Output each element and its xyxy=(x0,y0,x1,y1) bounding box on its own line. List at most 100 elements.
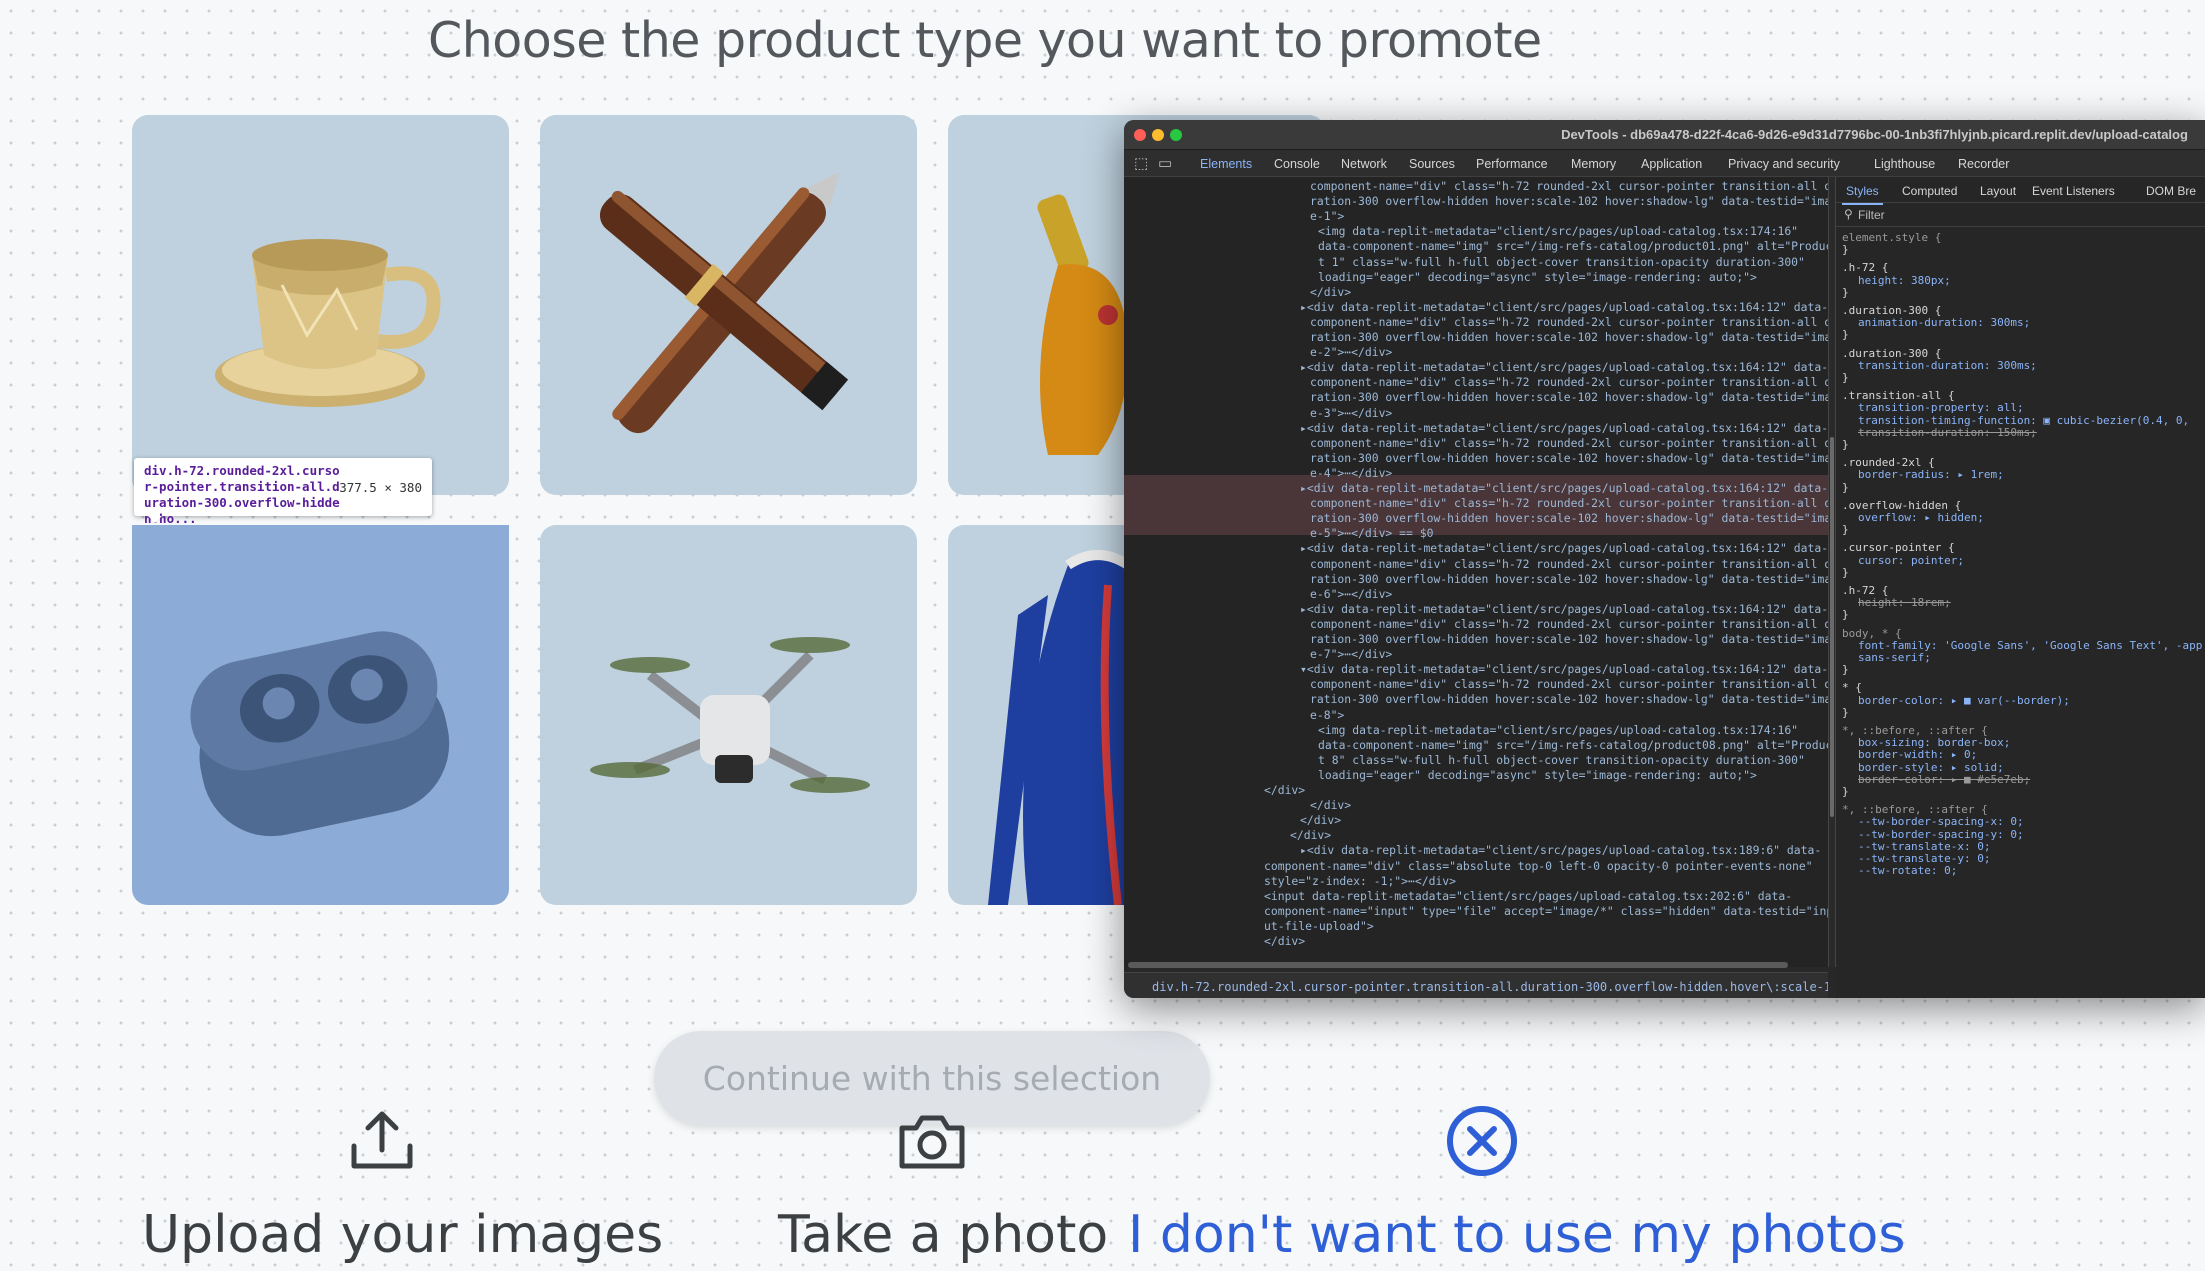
style-rule-line[interactable]: } xyxy=(1842,566,1849,579)
code-line[interactable]: t 8" class="w-full h-full object-cover t… xyxy=(1318,753,1805,768)
code-line[interactable]: data-component-name="img" src="/img-refs… xyxy=(1318,239,1828,254)
code-line[interactable]: </div> xyxy=(1310,285,1351,300)
tab-sources[interactable]: Sources xyxy=(1409,157,1455,171)
upload-icon[interactable] xyxy=(348,1108,416,1172)
code-line[interactable]: ▾<div data-replit-metadata="client/src/p… xyxy=(1300,662,1828,677)
style-rule-line[interactable]: cursor: pointer; xyxy=(1858,554,1964,567)
code-line[interactable]: </div> xyxy=(1264,783,1305,798)
code-line[interactable]: e-2">⋯</div> xyxy=(1310,345,1392,360)
style-rule-line[interactable]: .rounded-2xl { xyxy=(1842,456,1935,469)
code-line[interactable]: </div> xyxy=(1264,934,1305,949)
style-rule-line[interactable]: } xyxy=(1842,481,1849,494)
code-line[interactable]: component-name="div" class="h-72 rounded… xyxy=(1310,179,1828,194)
code-line[interactable]: ut-file-upload"> xyxy=(1264,919,1374,934)
style-rule-line[interactable]: *, ::before, ::after { xyxy=(1842,803,1988,816)
product-card-fountain-pens[interactable] xyxy=(540,115,917,495)
style-rule-line[interactable]: overflow: ▸ hidden; xyxy=(1858,511,1984,524)
upload-option-label[interactable]: Upload your images xyxy=(142,1205,663,1265)
style-rule-line[interactable]: --tw-translate-y: 0; xyxy=(1858,852,1990,865)
style-rule-line[interactable]: } xyxy=(1842,523,1849,536)
style-rule-line[interactable]: transition-timing-function: ▣ cubic-bezi… xyxy=(1858,414,2189,427)
style-rule-line[interactable]: border-color: ▸ ■ var(--border); xyxy=(1858,694,2070,707)
continue-button[interactable]: Continue with this selection xyxy=(654,1031,1210,1125)
code-line[interactable]: e-5">⋯</div> == $0 xyxy=(1310,526,1433,541)
style-rule-line[interactable]: *, ::before, ::after { xyxy=(1842,724,1988,737)
style-rule-line[interactable]: transition-duration: 300ms; xyxy=(1858,359,2037,372)
inspect-element-icon[interactable]: ⬚ xyxy=(1134,154,1148,172)
style-rule-line[interactable]: animation-duration: 300ms; xyxy=(1858,316,2030,329)
style-rule-line[interactable]: --tw-rotate: 0; xyxy=(1858,864,1957,877)
code-line[interactable]: loading="eager" decoding="async" style="… xyxy=(1318,270,1757,285)
style-rule-line[interactable]: } xyxy=(1842,438,1849,451)
code-line[interactable]: ration-300 overflow-hidden hover:scale-1… xyxy=(1310,692,1828,707)
device-toolbar-icon[interactable]: ▭ xyxy=(1158,154,1172,172)
code-line[interactable]: component-name="div" class="h-72 rounded… xyxy=(1310,617,1828,632)
tab-recorder[interactable]: Recorder xyxy=(1958,157,2009,171)
camera-icon[interactable] xyxy=(896,1112,968,1172)
style-rule-line[interactable]: height: 380px; xyxy=(1858,274,1951,287)
style-rule-line[interactable]: .h-72 { xyxy=(1842,261,1888,274)
style-rule-line[interactable]: * { xyxy=(1842,681,1862,694)
style-rule-line[interactable]: .h-72 { xyxy=(1842,584,1888,597)
code-line[interactable]: <img data-replit-metadata="client/src/pa… xyxy=(1318,723,1798,738)
style-rule-line[interactable]: border-width: ▸ 0; xyxy=(1858,748,1977,761)
style-rule-line[interactable]: } xyxy=(1842,608,1849,621)
product-card-drone[interactable] xyxy=(540,525,917,905)
code-line[interactable]: e-4">⋯</div> xyxy=(1310,466,1392,481)
elements-tree[interactable]: component-name="div" class="h-72 rounded… xyxy=(1124,177,1828,967)
style-rule-line[interactable]: } xyxy=(1842,243,1849,256)
code-line[interactable]: ▸<div data-replit-metadata="client/src/p… xyxy=(1300,300,1828,315)
skip-photos-option-label[interactable]: I don't want to use my photos xyxy=(1128,1205,1905,1265)
style-rule-line[interactable]: font-family: 'Google Sans', 'Google Sans… xyxy=(1858,639,2202,652)
code-line[interactable]: component-name="input" type="file" accep… xyxy=(1264,904,1828,919)
style-rule-line[interactable]: --tw-border-spacing-x: 0; xyxy=(1858,815,2024,828)
code-line[interactable]: component-name="div" class="h-72 rounded… xyxy=(1310,436,1828,451)
horizontal-scrollbar[interactable] xyxy=(1128,962,1788,968)
tab-network[interactable]: Network xyxy=(1341,157,1387,171)
styles-pane[interactable]: Styles Computed Layout Event Listeners D… xyxy=(1836,177,2205,998)
code-line[interactable]: e-1"> xyxy=(1310,209,1344,224)
style-rule-line[interactable]: } xyxy=(1842,328,1849,341)
code-line[interactable]: </div> xyxy=(1300,813,1341,828)
code-line[interactable]: ration-300 overflow-hidden hover:scale-1… xyxy=(1310,632,1828,647)
code-line[interactable]: e-6">⋯</div> xyxy=(1310,587,1392,602)
tab-privacy-security[interactable]: Privacy and security xyxy=(1728,157,1840,171)
tab-dom-breakpoints[interactable]: DOM Bre xyxy=(2146,184,2196,198)
style-rule-line[interactable]: } xyxy=(1842,371,1849,384)
tab-styles[interactable]: Styles xyxy=(1842,184,1883,205)
style-rule-line[interactable]: .duration-300 { xyxy=(1842,304,1941,317)
tab-layout[interactable]: Layout xyxy=(1980,184,2016,198)
code-line[interactable]: ▸<div data-replit-metadata="client/src/p… xyxy=(1300,481,1828,496)
code-line[interactable]: component-name="div" class="h-72 rounded… xyxy=(1310,557,1828,572)
code-line[interactable]: ration-300 overflow-hidden hover:scale-1… xyxy=(1310,194,1828,209)
code-line[interactable]: ration-300 overflow-hidden hover:scale-1… xyxy=(1310,390,1828,405)
tab-console[interactable]: Console xyxy=(1274,157,1320,171)
code-line[interactable]: loading="eager" decoding="async" style="… xyxy=(1318,768,1757,783)
style-rule-line[interactable]: border-color: ▸ ■ #e5e7eb; xyxy=(1858,773,2030,786)
code-line[interactable]: </div> xyxy=(1290,828,1331,843)
style-rule-line[interactable]: transition-duration: 150ms; xyxy=(1858,426,2037,439)
code-line[interactable]: ration-300 overflow-hidden hover:scale-1… xyxy=(1310,330,1828,345)
style-rule-line[interactable]: height: 18rem; xyxy=(1858,596,1951,609)
code-line[interactable]: e-8"> xyxy=(1310,708,1344,723)
code-line[interactable]: ration-300 overflow-hidden hover:scale-1… xyxy=(1310,572,1828,587)
style-rule-line[interactable]: border-radius: ▸ 1rem; xyxy=(1858,468,2004,481)
code-line[interactable]: component-name="div" class="h-72 rounded… xyxy=(1310,677,1828,692)
code-line[interactable]: ration-300 overflow-hidden hover:scale-1… xyxy=(1310,451,1828,466)
style-rule-line[interactable]: sans-serif; xyxy=(1858,651,1931,664)
style-rule-line[interactable]: body, * { xyxy=(1842,627,1902,640)
product-card-teacup[interactable] xyxy=(132,115,509,495)
style-rule-line[interactable]: border-style: ▸ solid; xyxy=(1858,761,2004,774)
take-photo-option-label[interactable]: Take a photo xyxy=(778,1205,1108,1265)
style-rule-line[interactable]: } xyxy=(1842,706,1849,719)
code-line[interactable]: ▸<div data-replit-metadata="client/src/p… xyxy=(1300,843,1821,858)
code-line[interactable]: style="z-index: -1;">⋯</div> xyxy=(1264,874,1456,889)
style-rule-line[interactable]: .overflow-hidden { xyxy=(1842,499,1961,512)
code-line[interactable]: ▸<div data-replit-metadata="client/src/p… xyxy=(1300,360,1828,375)
code-line[interactable]: <input data-replit-metadata="client/src/… xyxy=(1264,889,1792,904)
tab-application[interactable]: Application xyxy=(1641,157,1702,171)
code-line[interactable]: e-3">⋯</div> xyxy=(1310,406,1392,421)
style-rule-line[interactable]: --tw-border-spacing-y: 0; xyxy=(1858,828,2024,841)
style-rule-line[interactable]: } xyxy=(1842,663,1849,676)
style-rule-line[interactable]: element.style { xyxy=(1842,231,1941,244)
